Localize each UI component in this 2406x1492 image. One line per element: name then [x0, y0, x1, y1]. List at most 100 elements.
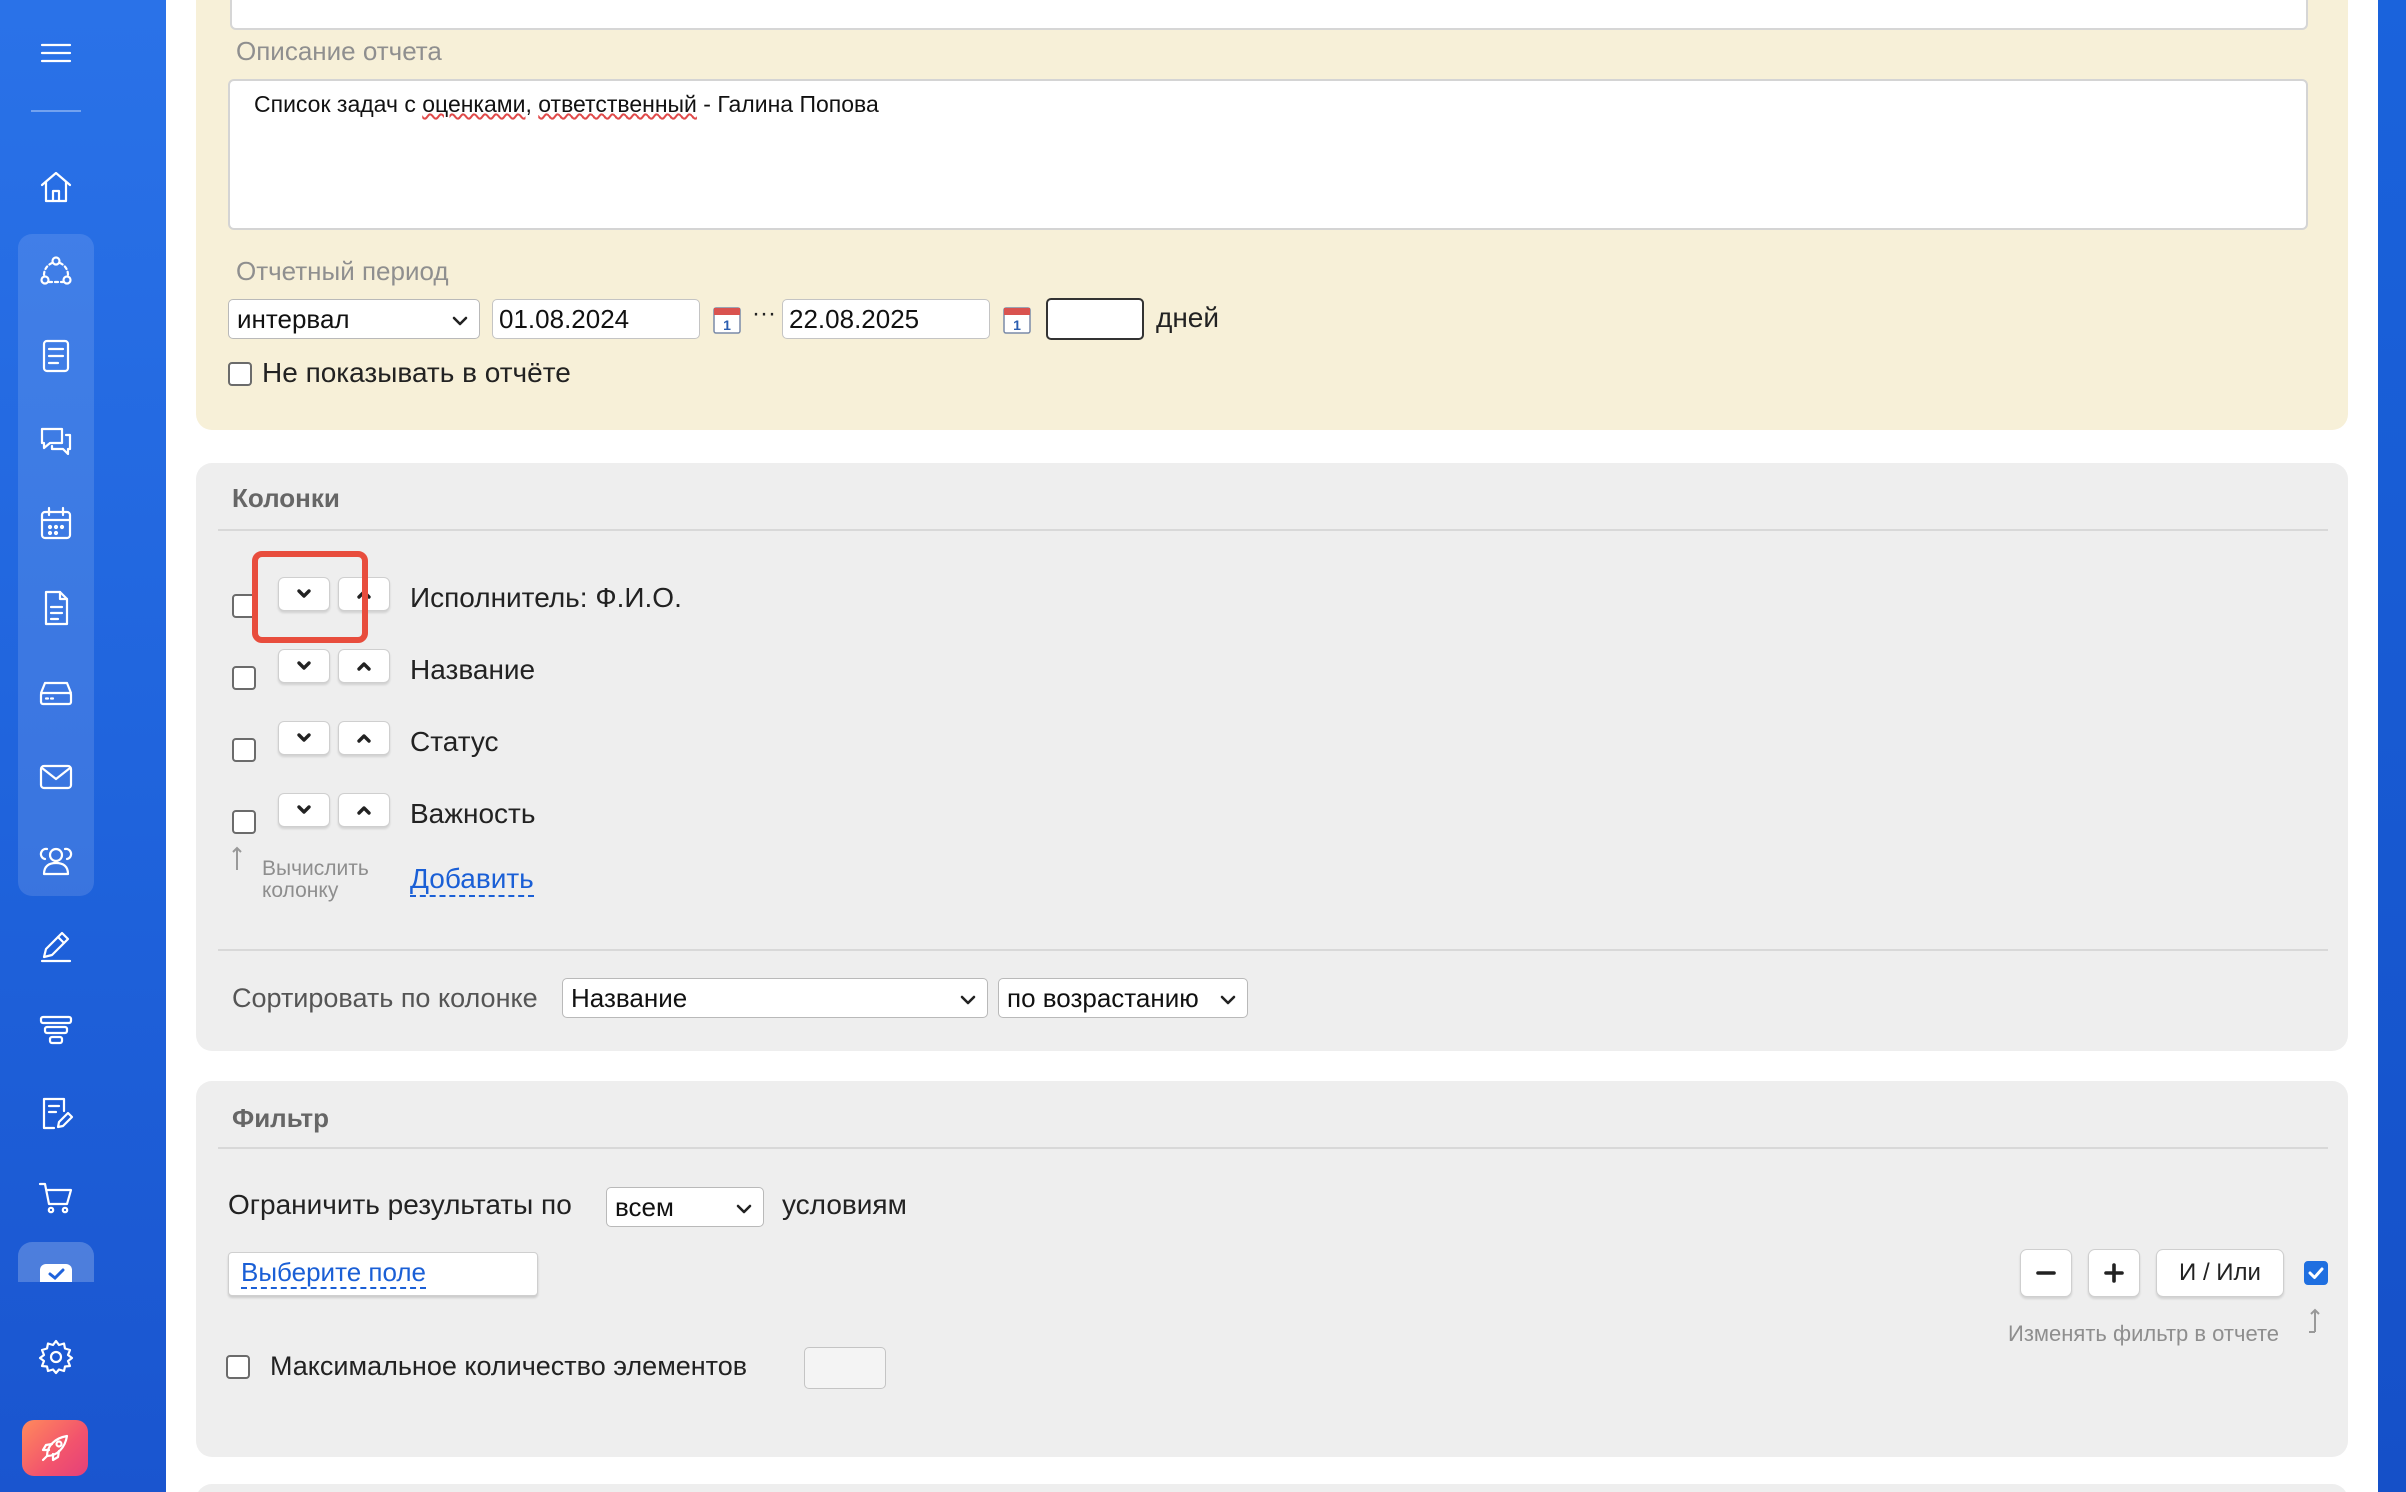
document-icon[interactable] [29, 581, 83, 635]
chevron-down-icon [297, 805, 311, 814]
column-checkbox[interactable] [232, 738, 256, 762]
and-or-button[interactable]: И / Или [2156, 1249, 2284, 1297]
mail-icon[interactable] [29, 750, 83, 804]
move-down-button[interactable] [278, 577, 330, 611]
move-down-button[interactable] [278, 649, 330, 683]
period-label: Отчетный период [236, 256, 449, 286]
calendar-picker-icon[interactable]: 1 [712, 305, 742, 335]
period-type-value: интервал [237, 303, 350, 334]
report-name-field[interactable] [230, 0, 2308, 30]
column-label: Название [410, 654, 536, 685]
sidebar [0, 0, 166, 1492]
arrow-up-icon [2308, 1307, 2322, 1333]
move-down-button[interactable] [278, 793, 330, 827]
move-up-button[interactable] [338, 577, 390, 611]
column-label: Статус [410, 726, 499, 757]
sort-label: Сортировать по колонке [232, 983, 538, 1013]
columns-divider [218, 529, 2328, 531]
tasks-icon[interactable] [29, 329, 83, 383]
add-condition-button[interactable] [2088, 1249, 2140, 1297]
column-checkbox[interactable] [232, 810, 256, 834]
chat-icon[interactable] [29, 414, 83, 468]
chevron-up-icon [357, 662, 371, 671]
sort-column-select[interactable]: Название [562, 978, 988, 1018]
sort-order-select[interactable]: по возрастанию [998, 978, 1248, 1018]
contacts-icon[interactable] [29, 834, 83, 888]
workflow-icon[interactable] [29, 245, 83, 299]
compute-column-label[interactable]: Вычислить колонку [262, 858, 369, 902]
period-type-select[interactable]: интервал [228, 299, 480, 339]
choose-field-button[interactable]: Выберите поле [228, 1252, 538, 1296]
columns-title: Колонки [232, 483, 340, 513]
plus-icon [2104, 1263, 2124, 1283]
column-label: Важность [410, 798, 536, 829]
minus-icon [2036, 1271, 2056, 1275]
calendar-picker-icon-2[interactable]: 1 [1002, 305, 1032, 335]
hide-in-report-checkbox[interactable] [228, 362, 252, 386]
chevron-down-icon [733, 1196, 755, 1218]
move-up-button[interactable] [338, 721, 390, 755]
menu-icon[interactable] [29, 26, 83, 80]
change-in-report-label: Изменять фильтр в отчете [2008, 1321, 2280, 1346]
max-items-input[interactable] [804, 1347, 886, 1389]
choose-field-label: Выберите поле [241, 1257, 426, 1289]
svg-text:1: 1 [723, 317, 731, 333]
chevron-down-icon [957, 987, 979, 1009]
change-in-report-checkbox[interactable] [2304, 1261, 2328, 1285]
filter-stack-icon[interactable] [29, 1002, 83, 1056]
limit-mode-select[interactable]: всем [606, 1187, 764, 1227]
chevron-down-icon [297, 661, 311, 670]
add-column-link[interactable]: Добавить [410, 863, 534, 897]
chevron-down-icon [297, 589, 311, 598]
settings-icon[interactable] [29, 1330, 83, 1384]
hide-in-report-label: Не показывать в отчёте [262, 357, 571, 388]
sidebar-active-tab[interactable] [18, 1242, 94, 1282]
svg-text:1: 1 [1013, 317, 1021, 333]
checkbox-icon [40, 1264, 72, 1282]
range-separator: ··· [752, 300, 776, 327]
description-label: Описание отчета [236, 36, 442, 66]
sort-column-value: Название [571, 982, 688, 1013]
column-label: Исполнитель: Ф.И.О. [410, 582, 682, 613]
rocket-icon[interactable] [22, 1420, 88, 1476]
column-checkbox[interactable] [232, 666, 256, 690]
pen-icon[interactable] [29, 918, 83, 972]
days-input[interactable] [1046, 298, 1144, 340]
columns-sort-divider [218, 949, 2328, 951]
filter-title: Фильтр [232, 1103, 330, 1133]
date-from-input[interactable]: 01.08.2024 [492, 299, 700, 339]
next-panel [196, 1484, 2348, 1492]
chevron-up-icon [357, 590, 371, 599]
days-label: дней [1156, 302, 1220, 333]
max-items-label: Максимальное количество элементов [270, 1351, 748, 1381]
filter-divider [218, 1147, 2328, 1149]
date-to-input[interactable]: 22.08.2025 [782, 299, 990, 339]
max-items-checkbox[interactable] [226, 1355, 250, 1379]
calendar-icon[interactable] [29, 497, 83, 551]
limit-suffix: условиям [782, 1189, 907, 1220]
move-down-button[interactable] [278, 721, 330, 755]
window-background-strip [2378, 0, 2406, 1492]
column-checkbox[interactable] [232, 594, 256, 618]
chevron-down-icon [297, 733, 311, 742]
edit-document-icon[interactable] [29, 1086, 83, 1140]
cart-icon[interactable] [29, 1170, 83, 1224]
main-content: Описание отчета Список задач с оценками,… [166, 0, 2378, 1492]
limit-prefix: Ограничить результаты по [228, 1189, 572, 1220]
description-textarea[interactable]: Список задач с оценками, ответственный -… [228, 79, 2308, 230]
chevron-down-icon [449, 308, 471, 330]
chevron-up-icon [357, 734, 371, 743]
move-up-button[interactable] [338, 649, 390, 683]
check-icon [2308, 1267, 2324, 1279]
chevron-down-icon [1217, 987, 1239, 1009]
storage-icon[interactable] [29, 666, 83, 720]
home-icon[interactable] [29, 160, 83, 214]
compute-column-line1: Вычислить [262, 857, 369, 880]
sort-order-value: по возрастанию [1007, 982, 1199, 1013]
limit-mode-value: всем [615, 1191, 674, 1222]
move-up-button[interactable] [338, 793, 390, 827]
remove-condition-button[interactable] [2020, 1249, 2072, 1297]
arrow-up-icon [230, 845, 244, 871]
columns-panel: Колонки Исполнитель: Ф.И.О. Название Ста… [196, 463, 2348, 1051]
chevron-up-icon [357, 806, 371, 815]
